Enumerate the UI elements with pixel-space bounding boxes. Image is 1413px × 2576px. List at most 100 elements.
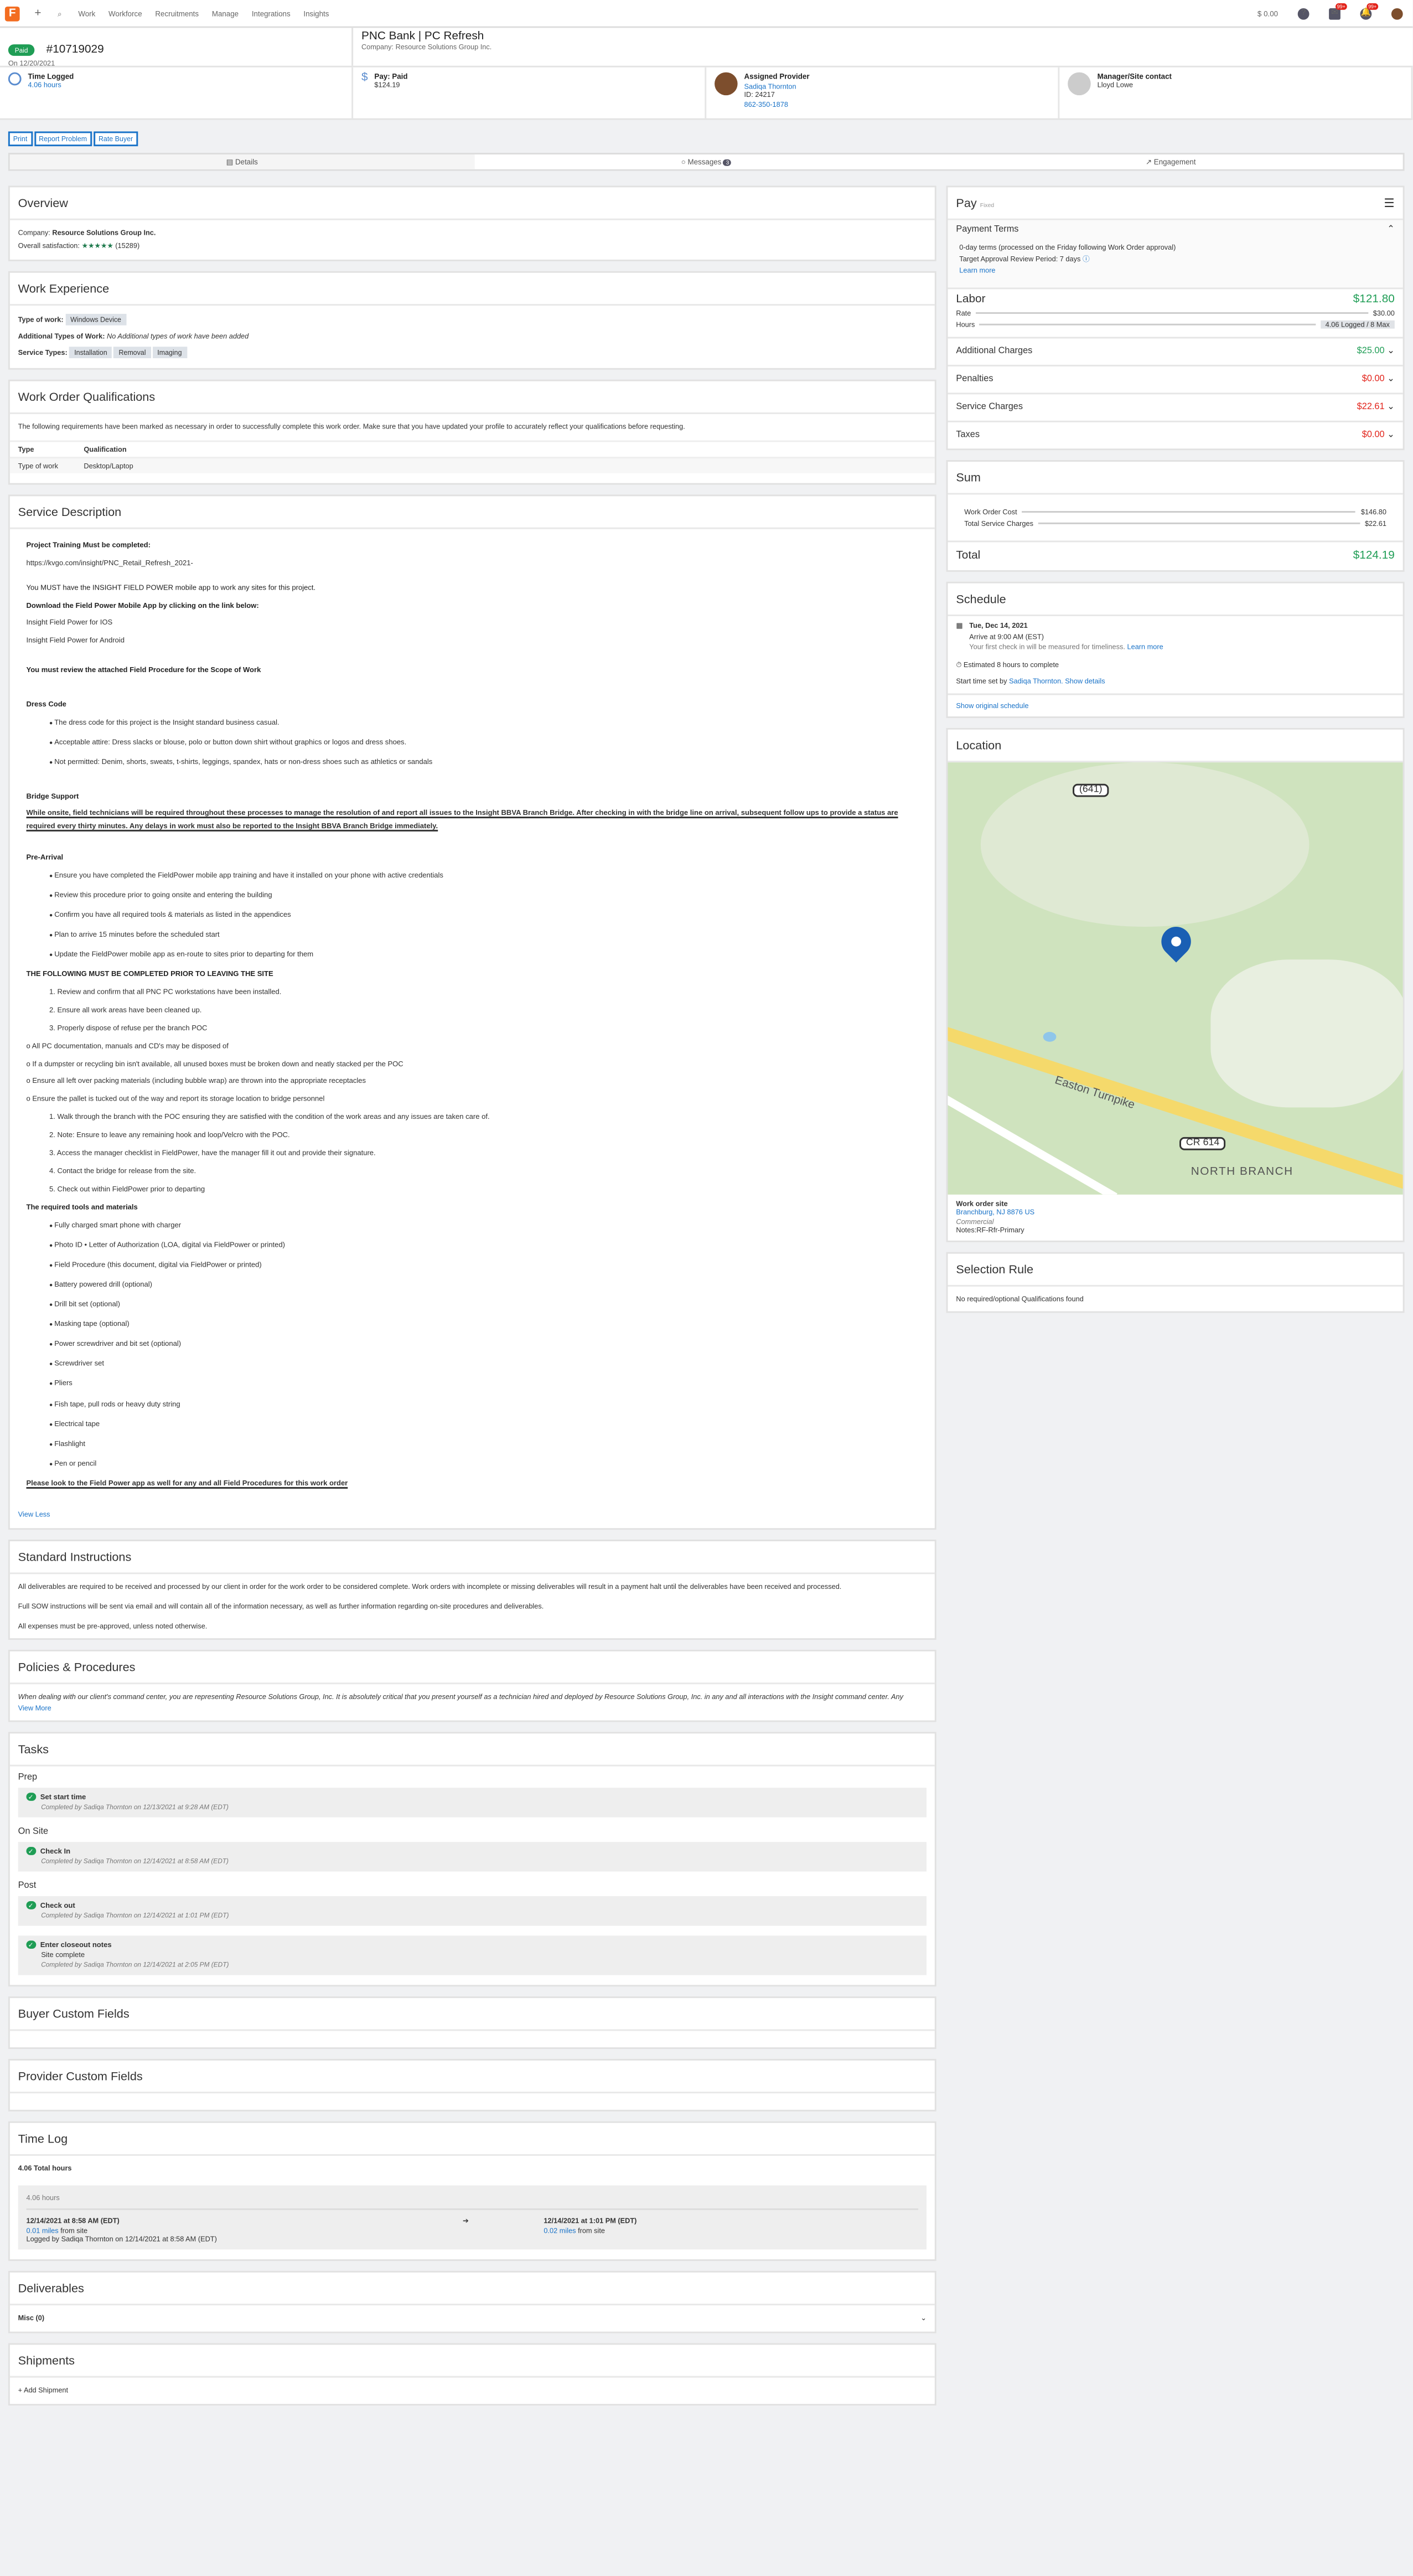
messages-icon[interactable]: ✉ 99+ bbox=[1329, 2, 1347, 19]
menu-icon[interactable]: ☰ bbox=[1384, 195, 1394, 210]
map[interactable]: (641) Easton Turnpike CR 614 NORTH BRANC… bbox=[948, 761, 1403, 1194]
tab-engagement[interactable]: ↗ Engagement bbox=[939, 154, 1403, 169]
help-icon[interactable]: ? bbox=[1297, 7, 1310, 19]
logged-by: Logged by Sadiqa Thornton on 12/14/2021 … bbox=[26, 2234, 217, 2243]
task-set-start[interactable]: ✓ Set start time Completed by Sadiqa Thorn… bbox=[18, 1787, 927, 1817]
additional-charges-row[interactable]: Additional Charges $25.00 ⌄ bbox=[948, 337, 1403, 364]
satisfaction-label: Overall satisfaction: bbox=[18, 241, 80, 250]
total-amount: $124.19 bbox=[1353, 550, 1395, 562]
pre-title: Pre-Arrival bbox=[26, 853, 64, 862]
timelog-entry: 4.06 hours 12/14/2021 at 8:58 AM (EDT) 0.… bbox=[18, 2184, 927, 2249]
list-item: Photo ID • Letter of Authorization (LOA,… bbox=[49, 1238, 918, 1253]
calendar-icon: ▦ bbox=[956, 621, 963, 629]
row-type: Type of work bbox=[9, 457, 76, 473]
add-shipment-button[interactable]: + Add Shipment bbox=[18, 2385, 68, 2393]
balance[interactable]: $ 0.00 bbox=[1257, 9, 1278, 17]
tab-messages[interactable]: ○ Messages 3 bbox=[474, 154, 939, 169]
approval-period: Target Approval Review Period: 7 days bbox=[959, 255, 1081, 263]
nav-manage[interactable]: Manage bbox=[212, 9, 239, 17]
chevron-up-icon[interactable]: ⌃ bbox=[1387, 225, 1395, 235]
additional-amount: $25.00 bbox=[1357, 347, 1385, 357]
android-link[interactable]: Insight Field Power for Android bbox=[26, 634, 918, 647]
balance-value: 0.00 bbox=[1264, 9, 1279, 18]
wo-number: #10719029 bbox=[46, 44, 104, 56]
show-original-link[interactable]: Show original schedule bbox=[956, 701, 1028, 709]
nav-workforce[interactable]: Workforce bbox=[108, 9, 142, 17]
bell-icon[interactable]: 🔔 99+ bbox=[1360, 2, 1379, 19]
task-closeout[interactable]: ✓ Enter closeout notes Site complete Comple… bbox=[18, 1934, 927, 1975]
time-logged-cell: Time Logged 4.06 hours bbox=[0, 67, 354, 118]
print-button[interactable]: Print bbox=[8, 131, 33, 147]
check-icon: ✓ bbox=[26, 1792, 35, 1801]
chevron-down-icon[interactable]: ⌄ bbox=[920, 2311, 927, 2324]
post-heading: Post bbox=[18, 1880, 37, 1891]
schedule-learn-more[interactable]: Learn more bbox=[1127, 642, 1163, 651]
checkout-distance[interactable]: 0.02 miles bbox=[544, 2226, 576, 2234]
provider-name[interactable]: Sadiqa Thornton bbox=[744, 81, 796, 90]
penalties-row[interactable]: Penalties $0.00 ⌄ bbox=[948, 364, 1403, 393]
qualifications-table: Type Qualification Type of work Desktop/La… bbox=[9, 440, 935, 473]
list-item: Power screwdriver and bit set (optional) bbox=[49, 1338, 918, 1352]
checkin-distance[interactable]: 0.01 miles bbox=[26, 2226, 58, 2234]
tab-details[interactable]: ▤ Details bbox=[9, 154, 474, 169]
list-item: Screwdriver set bbox=[49, 1358, 918, 1372]
rate-buyer-button[interactable]: Rate Buyer bbox=[94, 131, 138, 147]
map-pin-icon[interactable] bbox=[1155, 920, 1197, 962]
taxes-row[interactable]: Taxes $0.00 ⌄ bbox=[948, 420, 1403, 448]
training-url[interactable]: https://kvgo.com/insight/PNC_Retail_Refr… bbox=[26, 556, 918, 569]
list-item: 4. Contact the bridge for release from t… bbox=[49, 1166, 196, 1175]
nav-integrations[interactable]: Integrations bbox=[252, 9, 291, 17]
view-more-link[interactable]: View More bbox=[18, 1703, 51, 1711]
buyer-fields-title: Buyer Custom Fields bbox=[9, 1997, 935, 2030]
selection-card: Selection Rule No required/optional Qual… bbox=[946, 1251, 1405, 1312]
labor-amount: $121.80 bbox=[1353, 294, 1395, 306]
taxes-amount: $0.00 bbox=[1362, 430, 1385, 441]
rate-label: Rate bbox=[956, 308, 971, 317]
status-badge: Paid bbox=[8, 44, 35, 56]
estimate: Estimated 8 hours to complete bbox=[963, 659, 1059, 668]
leave-o-item: o If a dumpster or recycling bin isn't a… bbox=[26, 1059, 403, 1068]
service-title: Service Description bbox=[9, 496, 935, 529]
provider-phone[interactable]: 862-350-1878 bbox=[744, 100, 788, 108]
arrow-right-icon: ➔ bbox=[463, 2216, 469, 2225]
show-details-link[interactable]: Show details bbox=[1065, 677, 1105, 685]
provider-avatar bbox=[715, 72, 738, 96]
task-check-out[interactable]: ✓ Check out Completed by Sadiqa Thornton o… bbox=[18, 1895, 927, 1925]
deliverables-card: Deliverables Misc (0) ⌄ bbox=[8, 2270, 936, 2333]
qualifications-title: Work Order Qualifications bbox=[9, 381, 935, 414]
site-city[interactable]: Branchburg, NJ 8876 US bbox=[956, 1207, 1034, 1216]
clock-icon bbox=[8, 72, 22, 86]
nav-work[interactable]: Work bbox=[78, 9, 95, 17]
service-tag: Installation bbox=[69, 347, 112, 359]
search-icon[interactable]: ⌕ bbox=[58, 9, 62, 17]
misc-folder[interactable]: Misc (0) bbox=[18, 2311, 44, 2324]
list-item: Drill bit set (optional) bbox=[49, 1298, 918, 1313]
chevron-down-icon: ⌄ bbox=[1387, 430, 1395, 441]
nav-recruitments[interactable]: Recruitments bbox=[155, 9, 199, 17]
timelog-card: Time Log 4.06 Total hours 4.06 hours 12/… bbox=[8, 2120, 936, 2260]
logo[interactable]: F bbox=[4, 6, 20, 21]
task-check-in[interactable]: ✓ Check In Completed by Sadiqa Thornton on… bbox=[18, 1841, 927, 1871]
service-charges-row[interactable]: Service Charges $22.61 ⌄ bbox=[948, 393, 1403, 420]
table-row: Type of work Desktop/Laptop bbox=[9, 457, 935, 473]
nav-insights[interactable]: Insights bbox=[303, 9, 329, 17]
learn-more-link[interactable]: Learn more bbox=[959, 266, 995, 275]
list-item: Fully charged smart phone with charger bbox=[49, 1219, 918, 1233]
col-type: Type bbox=[9, 440, 76, 458]
avatar[interactable] bbox=[1391, 7, 1403, 19]
list-item: Battery powered drill (optional) bbox=[49, 1278, 918, 1293]
report-problem-button[interactable]: Report Problem bbox=[34, 131, 92, 147]
time-value[interactable]: 4.06 hours bbox=[28, 80, 61, 89]
dress-title: Dress Code bbox=[26, 700, 66, 709]
plus-icon[interactable]: + bbox=[34, 7, 41, 19]
list-item: Acceptable attire: Dress slacks or blous… bbox=[49, 736, 918, 750]
view-less-link[interactable]: View Less bbox=[18, 1509, 50, 1517]
set-by-name[interactable]: Sadiqa Thornton. bbox=[1009, 677, 1063, 685]
sum-card: Sum Work Order Cost $146.80 Total Service… bbox=[946, 460, 1405, 572]
policies-card: Policies & Procedures When dealing with … bbox=[8, 1649, 936, 1721]
standard-p1: All deliverables are required to be rece… bbox=[18, 1581, 842, 1590]
checkin-time: 12/14/2021 at 8:58 AM (EDT) bbox=[26, 2216, 120, 2225]
ios-link[interactable]: Insight Field Power for IOS bbox=[26, 617, 918, 629]
notif-badge: 99+ bbox=[1367, 2, 1379, 9]
review-procedure: You must review the attached Field Proce… bbox=[26, 664, 261, 673]
